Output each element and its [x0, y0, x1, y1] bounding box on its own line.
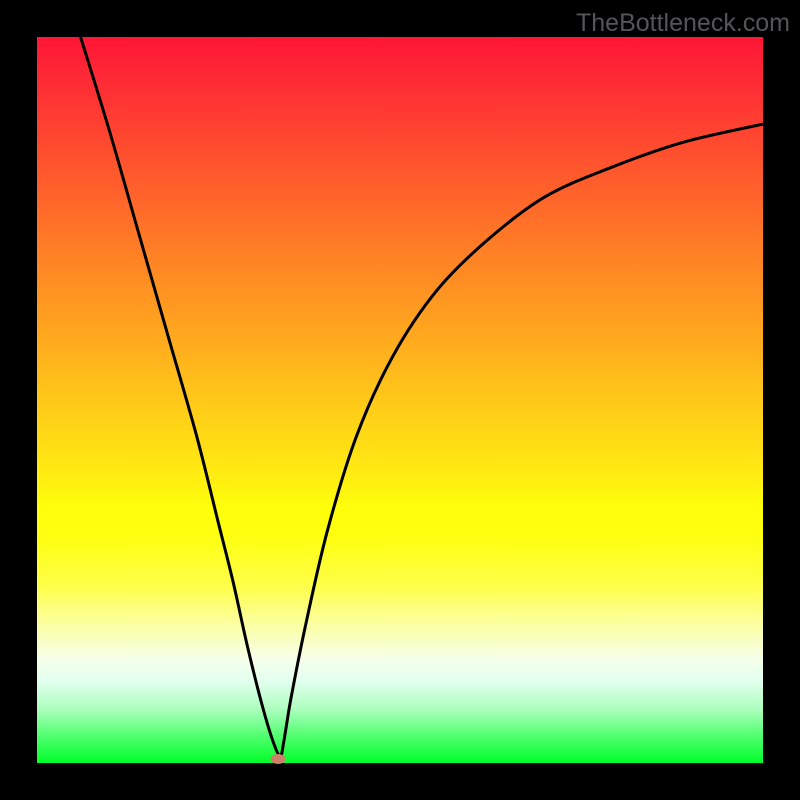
- bottleneck-curve-path: [81, 37, 763, 756]
- curve-svg: [37, 37, 763, 763]
- optimal-point-marker: [271, 754, 286, 764]
- bottleneck-chart: [37, 37, 763, 763]
- watermark-text: TheBottleneck.com: [576, 9, 790, 38]
